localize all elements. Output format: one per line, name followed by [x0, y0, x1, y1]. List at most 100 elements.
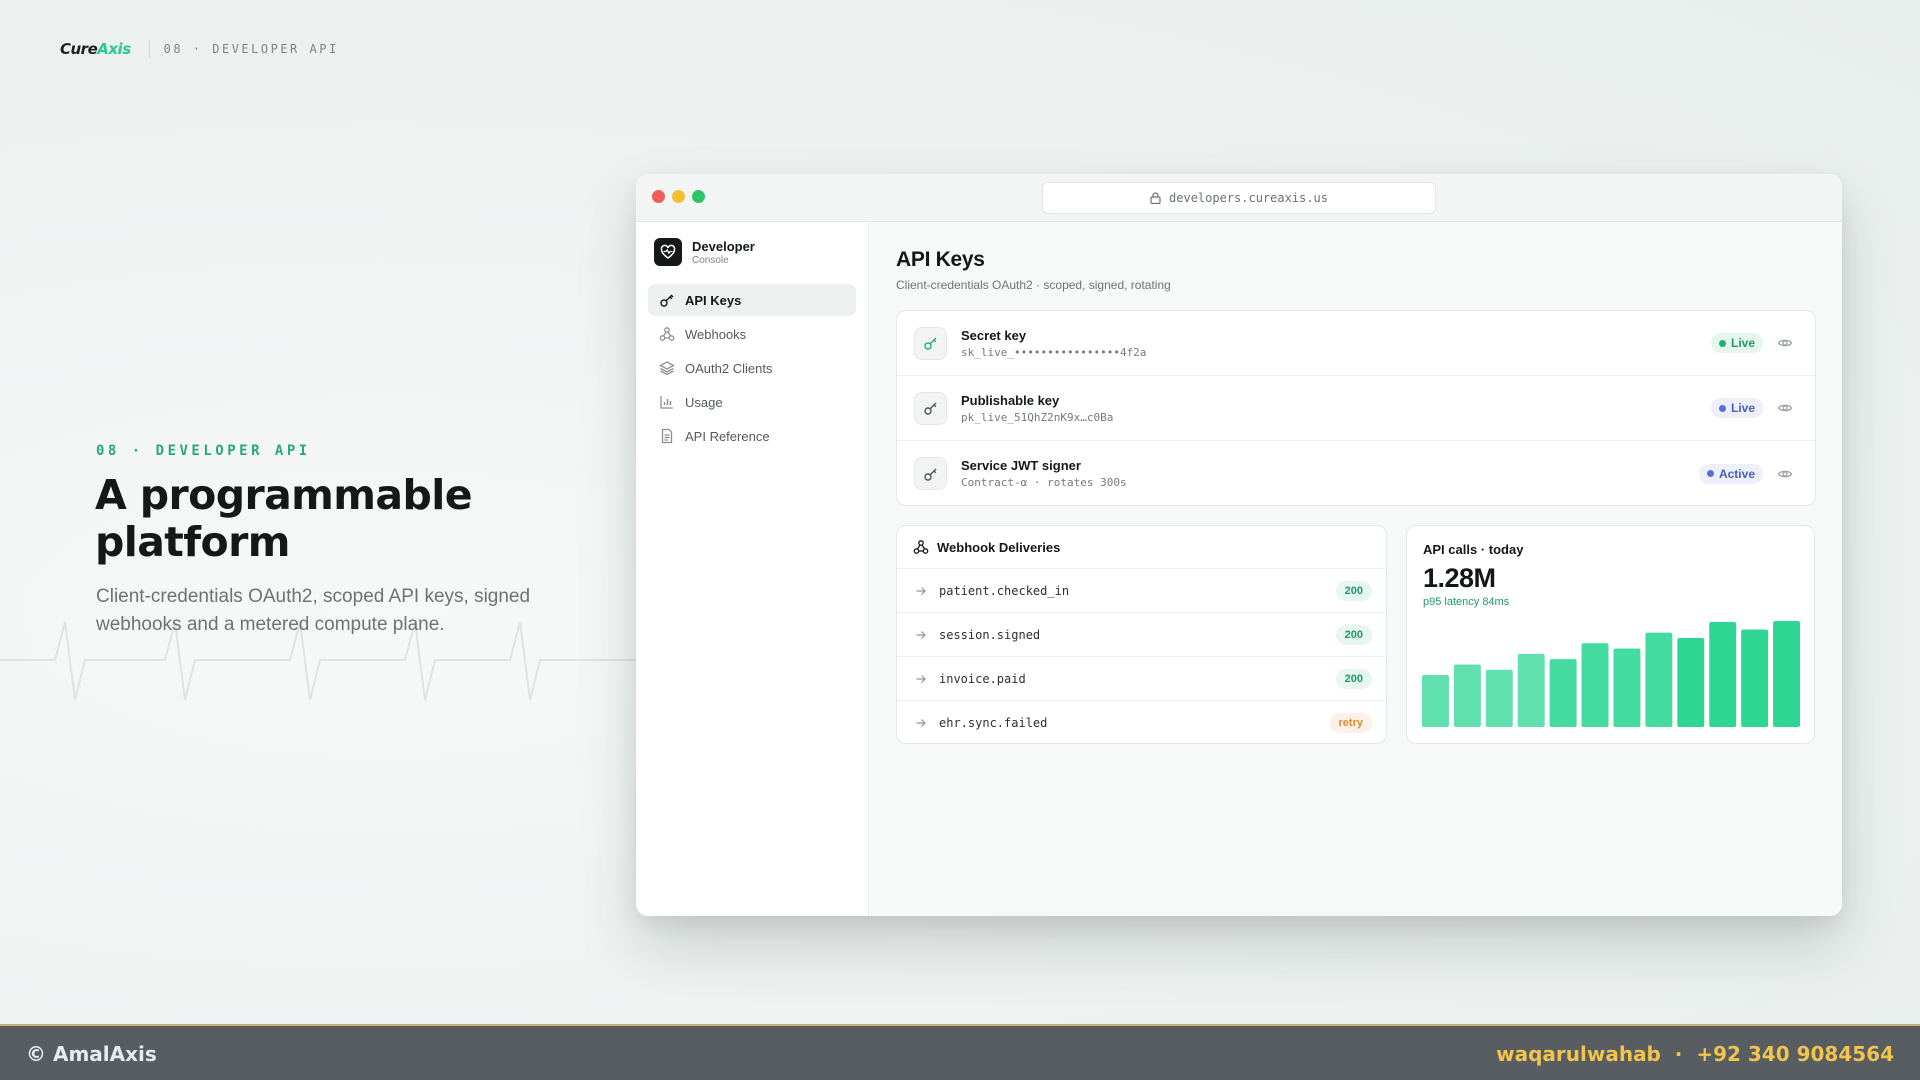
latency-text: p95 latency 84ms — [1423, 596, 1510, 608]
status-dot — [1718, 339, 1726, 347]
lower-panels: Webhook Deliveries patient.checked_in 20… — [896, 525, 1816, 744]
webhook-event: invoice.paid — [939, 671, 1026, 686]
cureaxis-logo[interactable]: CureAxis — [60, 40, 131, 58]
key-value: Contract-α · rotates 300s — [961, 476, 1127, 489]
status-label: Live — [1730, 401, 1755, 415]
sidebar-item-label: API Keys — [685, 292, 742, 308]
sidebar-item-webhooks[interactable]: Webhooks — [648, 318, 856, 350]
status-dot — [1706, 470, 1714, 477]
status-code-badge: 200 — [1335, 668, 1372, 689]
chart-bar-7 — [1613, 648, 1641, 727]
hero-eyebrow: 08 · DEVELOPER API — [96, 443, 311, 459]
sidebar-item-api-reference[interactable]: API Reference — [648, 420, 856, 452]
chart-bar-2 — [1453, 664, 1481, 727]
key-icon — [914, 326, 947, 360]
hero-subtitle: Client-credentials OAuth2, scoped API ke… — [96, 586, 531, 635]
status-code-badge: retry — [1329, 713, 1372, 733]
sidebar: Developer Console API Keys Webhooks OAut… — [636, 222, 869, 916]
api-calls-label: API calls · today — [1423, 542, 1524, 557]
webhook-icon — [659, 327, 675, 341]
arrow-right-icon — [916, 630, 926, 639]
key-name: Publishable key — [961, 392, 1060, 408]
webhook-event: ehr.sync.failed — [939, 716, 1048, 730]
key-value: pk_live_51QhZ2nK9x…c0Ba — [961, 410, 1114, 424]
key-icon — [914, 457, 947, 490]
sidebar-item-label: API Reference — [685, 428, 770, 444]
webhook-row[interactable]: session.signed 200 — [897, 613, 1386, 657]
browser-window: developers.cureaxis.us Developer Console… — [636, 174, 1842, 916]
status-code-badge: 200 — [1335, 624, 1372, 645]
sidebar-item-api-keys[interactable]: API Keys — [648, 284, 856, 316]
api-calls-card: API calls · today 1.28M p95 latency 84ms — [1406, 525, 1815, 744]
webhook-event: session.signed — [939, 627, 1041, 642]
key-row-secret[interactable]: Secret key sk_live_••••••••••••••••4f2a … — [897, 311, 1815, 376]
status-dot — [1718, 404, 1726, 412]
chart-bar-3 — [1485, 669, 1513, 727]
webhook-row[interactable]: patient.checked_in 200 — [897, 569, 1386, 613]
sidebar-item-label: OAuth2 Clients — [685, 360, 773, 376]
key-name: Secret key — [961, 327, 1027, 343]
api-keys-card: Secret key sk_live_••••••••••••••••4f2a … — [896, 310, 1816, 506]
key-icon — [914, 391, 947, 425]
window-close-button[interactable] — [652, 190, 665, 203]
chart-bar-8 — [1645, 632, 1673, 727]
page-subtitle: Client-credentials OAuth2 · scoped, sign… — [896, 278, 1171, 292]
key-name: Service JWT signer — [961, 458, 1081, 473]
hero-headline: A programmable platform — [95, 471, 473, 566]
webhook-row[interactable]: ehr.sync.failed retry — [897, 701, 1386, 745]
key-value: sk_live_••••••••••••••••4f2a — [961, 345, 1147, 359]
browser-titlebar: developers.cureaxis.us — [636, 174, 1842, 222]
chart-bar-6 — [1581, 643, 1609, 727]
webhook-deliveries-header: Webhook Deliveries — [897, 526, 1386, 569]
footer-copyright: © AmalAxis — [26, 1042, 157, 1066]
webhook-event: patient.checked_in — [939, 583, 1070, 598]
api-calls-bar-chart — [1422, 621, 1800, 727]
logo-text-cure: Cure — [60, 40, 98, 58]
key-row-publishable[interactable]: Publishable key pk_live_51QhZ2nK9x…c0Ba … — [897, 376, 1815, 441]
url-text: developers.cureaxis.us — [1169, 191, 1328, 205]
brand-divider — [148, 40, 150, 58]
webhook-deliveries-card: Webhook Deliveries patient.checked_in 20… — [896, 525, 1387, 744]
chart-bar-9 — [1677, 637, 1705, 727]
key-icon — [660, 294, 674, 307]
status-badge: Live — [1710, 333, 1763, 353]
sidebar-item-usage[interactable]: Usage — [648, 386, 856, 418]
chart-bar-5 — [1549, 659, 1577, 727]
chart-bar-12 — [1773, 621, 1800, 727]
chart-bar-1 — [1422, 675, 1449, 727]
status-badge: Live — [1710, 398, 1763, 418]
arrow-right-icon — [916, 674, 926, 683]
arrow-right-icon — [916, 586, 926, 595]
chart-bar-11 — [1741, 629, 1769, 727]
breadcrumb: 08 · DEVELOPER API — [163, 42, 339, 56]
lock-icon — [1150, 192, 1161, 204]
status-code-badge: 200 — [1335, 580, 1372, 601]
key-row-jwt-signer[interactable]: Service JWT signer Contract-α · rotates … — [897, 441, 1815, 506]
bar-chart-icon — [660, 396, 673, 409]
eye-icon[interactable] — [1777, 466, 1793, 482]
chart-bar-4 — [1517, 653, 1545, 727]
webhook-row[interactable]: invoice.paid 200 — [897, 657, 1386, 701]
window-minimize-button[interactable] — [672, 190, 685, 203]
status-badge: Active — [1698, 463, 1763, 484]
webhook-icon — [913, 540, 929, 554]
eye-icon[interactable] — [1777, 400, 1793, 416]
console-subtitle: Console — [692, 254, 729, 266]
webhook-deliveries-title: Webhook Deliveries — [937, 539, 1061, 555]
sidebar-item-oauth2-clients[interactable]: OAuth2 Clients — [648, 352, 856, 384]
console-brand[interactable]: Developer Console — [654, 238, 868, 266]
main-content: API Keys Client-credentials OAuth2 · sco… — [870, 222, 1842, 916]
layers-icon — [659, 361, 675, 376]
console-title: Developer — [692, 238, 755, 254]
window-maximize-button[interactable] — [692, 190, 705, 203]
footer-bar: © AmalAxis waqarulwahab · +92 340 908456… — [0, 1024, 1920, 1080]
sidebar-nav: API Keys Webhooks OAuth2 Clients Usage A… — [636, 284, 868, 452]
logo-text-axis: Axis — [97, 40, 131, 58]
api-calls-value: 1.28M — [1423, 563, 1496, 593]
address-bar[interactable]: developers.cureaxis.us — [1042, 182, 1436, 214]
chart-bar-10 — [1709, 622, 1737, 727]
top-brand: CureAxis 08 · DEVELOPER API — [60, 40, 339, 58]
eye-icon[interactable] — [1777, 335, 1793, 351]
heart-shield-icon — [654, 238, 682, 266]
status-label: Active — [1718, 466, 1755, 481]
